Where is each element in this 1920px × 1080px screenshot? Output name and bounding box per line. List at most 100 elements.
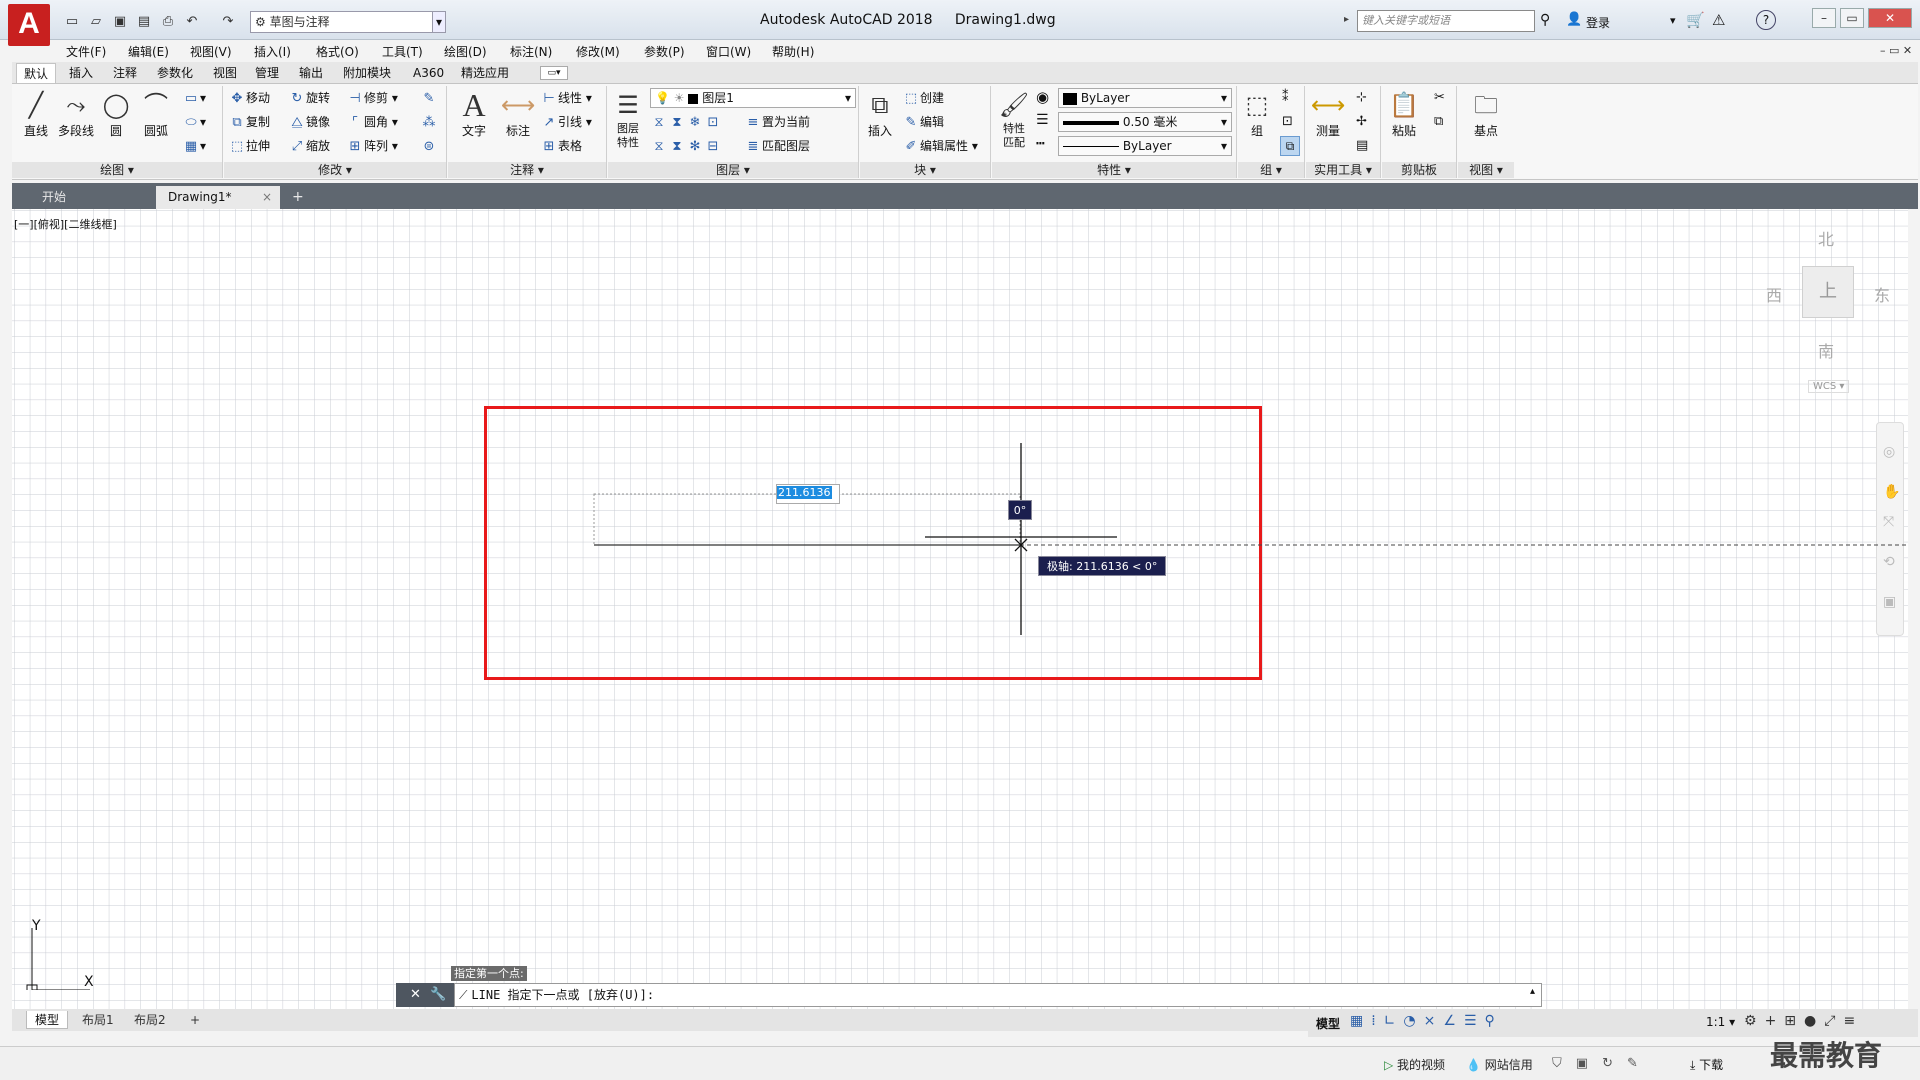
circle-tool[interactable]: ◯ 圆 bbox=[94, 88, 138, 139]
arc-tool[interactable]: ⌒ 圆弧 bbox=[134, 88, 178, 139]
scale-tool[interactable]: ⤢ 缩放 bbox=[288, 136, 330, 156]
viewcube-south[interactable]: 南 bbox=[1818, 338, 1834, 362]
tab-layout2[interactable]: 布局2 bbox=[126, 1011, 174, 1029]
match-layer-tool[interactable]: ≣ 匹配图层 bbox=[744, 136, 810, 156]
draw-panel-title[interactable]: 绘图 ▾ bbox=[12, 162, 222, 178]
edit-block-tool[interactable]: ✎ 编辑 bbox=[902, 112, 944, 132]
trim-tool[interactable]: ⊣ 修剪 ▾ bbox=[346, 88, 398, 108]
polar-icon[interactable]: ◔ bbox=[1403, 1013, 1423, 1029]
annotation-panel-title[interactable]: 注释 ▾ bbox=[448, 162, 606, 178]
cut-icon[interactable]: ✂ bbox=[1434, 90, 1445, 105]
tray-icons[interactable]: ⛉▣↻✎ bbox=[1552, 1056, 1652, 1071]
search-expand-icon[interactable]: ▸ bbox=[1344, 14, 1349, 25]
tab-a360[interactable]: A360 bbox=[406, 63, 451, 83]
menu-edit[interactable]: 编辑(E) bbox=[128, 43, 169, 61]
color-dropdown[interactable]: ByLayer ▾ bbox=[1058, 88, 1232, 108]
tab-start[interactable]: 开始 bbox=[30, 186, 154, 209]
doc-window-controls[interactable]: – ▭ ✕ bbox=[1880, 44, 1912, 57]
menu-dimension[interactable]: 标注(N) bbox=[510, 43, 552, 61]
showmotion-icon[interactable]: ▣ bbox=[1883, 594, 1896, 610]
print-icon[interactable]: ⎙ bbox=[158, 12, 178, 32]
array-tool[interactable]: ⊞ 阵列 ▾ bbox=[346, 136, 398, 156]
group-edit-icon[interactable]: ⊡ bbox=[1282, 114, 1293, 129]
utilities-panel-title[interactable]: 实用工具 ▾ bbox=[1306, 162, 1380, 178]
tab-manage[interactable]: 管理 bbox=[248, 63, 286, 83]
view-panel-title[interactable]: 视图 ▾ bbox=[1458, 162, 1514, 178]
search-input[interactable]: 键入关键字或短语 bbox=[1357, 10, 1535, 32]
close-button[interactable]: ✕ bbox=[1868, 8, 1912, 28]
redo-icon[interactable]: ↷ bbox=[218, 12, 238, 32]
insert-block-tool[interactable]: ⧉ 插入 bbox=[858, 88, 902, 139]
menu-window[interactable]: 窗口(W) bbox=[706, 43, 751, 61]
copy-tool[interactable]: ⧉ 复制 bbox=[228, 112, 270, 132]
viewcube-top-face[interactable]: 上 bbox=[1802, 266, 1854, 318]
layers-panel-title[interactable]: 图层 ▾ bbox=[608, 162, 858, 178]
tab-addins[interactable]: 附加模块 bbox=[336, 63, 398, 83]
isolate-icon[interactable]: ● bbox=[1804, 1013, 1824, 1029]
paste-tool[interactable]: 📋 粘贴 bbox=[1382, 88, 1426, 139]
menu-icon[interactable]: ≡ bbox=[1843, 1013, 1863, 1029]
tab-layout1[interactable]: 布局1 bbox=[74, 1011, 122, 1029]
open-icon[interactable]: ▱ bbox=[86, 12, 106, 32]
group-tool[interactable]: ⬚ 组 bbox=[1238, 88, 1276, 139]
fullscreen-icon[interactable]: ⤢ bbox=[1824, 1013, 1843, 1029]
gear-icon[interactable]: ⚙ bbox=[1744, 1013, 1765, 1029]
layer-tools-row1[interactable]: ⧖ ⧗ ❄ ⊡ bbox=[650, 112, 722, 132]
group-selection-icon[interactable]: ⧉ bbox=[1280, 136, 1300, 156]
binoculars-icon[interactable]: ⚲ bbox=[1540, 12, 1550, 28]
length-input[interactable]: 211.6136 bbox=[776, 484, 840, 504]
stretch-tool[interactable]: ⬚ 拉伸 bbox=[228, 136, 270, 156]
ribbon-minimize-icon[interactable]: ▭▾ bbox=[540, 66, 568, 80]
text-tool[interactable]: A 文字 bbox=[452, 88, 496, 139]
viewcube-east[interactable]: 东 bbox=[1874, 282, 1890, 306]
tab-annotate[interactable]: 注释 bbox=[106, 63, 144, 83]
layer-tools-row2[interactable]: ⧖ ⧗ ✻ ⊟ bbox=[650, 136, 722, 156]
workspace-select[interactable]: ⚙ 草图与注释▾ bbox=[250, 11, 446, 33]
pan-icon[interactable]: ✋ bbox=[1883, 484, 1900, 500]
menu-view[interactable]: 视图(V) bbox=[190, 43, 232, 61]
tab-insert[interactable]: 插入 bbox=[62, 63, 100, 83]
calculator-icon[interactable]: ▤ bbox=[1356, 138, 1368, 153]
hatch-tool[interactable]: ▦ ▾ bbox=[182, 136, 206, 156]
menu-insert[interactable]: 插入(I) bbox=[254, 43, 291, 61]
properties-panel-title[interactable]: 特性 ▾ bbox=[992, 162, 1236, 178]
snap-icon[interactable]: ⁞ bbox=[1371, 1013, 1383, 1029]
qat-customize-icon[interactable]: ▾ bbox=[432, 11, 446, 33]
annotation-scale-icon[interactable]: ⚲ bbox=[1485, 1013, 1503, 1029]
net-credit-item[interactable]: 💧 网站信用 bbox=[1466, 1056, 1533, 1073]
close-command-icon[interactable]: ✕ bbox=[410, 987, 421, 1002]
quick-select-icon[interactable]: ⊹ bbox=[1356, 90, 1367, 105]
rotate-tool[interactable]: ↻ 旋转 bbox=[288, 88, 330, 108]
steering-wheel-icon[interactable]: ◎ bbox=[1883, 444, 1895, 460]
fillet-tool[interactable]: ⌜ 圆角 ▾ bbox=[346, 112, 398, 132]
menu-file[interactable]: 文件(F) bbox=[66, 43, 106, 61]
tab-view[interactable]: 视图 bbox=[206, 63, 244, 83]
wcs-menu[interactable]: WCS ▾ bbox=[1808, 380, 1850, 393]
close-tab-icon[interactable]: × bbox=[262, 186, 272, 209]
color-wheel-icon[interactable]: ◉ bbox=[1036, 88, 1049, 106]
tab-parametric[interactable]: 参数化 bbox=[150, 63, 200, 83]
otrack-icon[interactable]: ∠ bbox=[1443, 1013, 1464, 1029]
modify-panel-title[interactable]: 修改 ▾ bbox=[224, 162, 446, 178]
refresh-icon[interactable]: ↻ bbox=[1602, 1056, 1627, 1071]
new-icon[interactable]: ▭ bbox=[62, 12, 82, 32]
dimension-tool[interactable]: ⟷ 标注 bbox=[496, 88, 540, 139]
measure-tool[interactable]: ⟷ 测量 bbox=[1306, 88, 1350, 139]
download-item[interactable]: ⤓ 下载 bbox=[1690, 1056, 1723, 1073]
menu-parametric[interactable]: 参数(P) bbox=[644, 43, 685, 61]
menu-modify[interactable]: 修改(M) bbox=[576, 43, 620, 61]
minimize-button[interactable]: – bbox=[1812, 8, 1836, 28]
new-tab-icon[interactable]: + bbox=[284, 186, 312, 209]
move-tool[interactable]: ✥ 移动 bbox=[228, 88, 270, 108]
customize-command-icon[interactable]: 🔧 bbox=[430, 987, 446, 1002]
viewcube-north[interactable]: 北 bbox=[1818, 226, 1834, 250]
viewcube-west[interactable]: 西 bbox=[1766, 282, 1782, 306]
maximize-button[interactable]: ▭ bbox=[1840, 8, 1864, 28]
linetype-dropdown[interactable]: ByLayer ▾ bbox=[1058, 136, 1232, 156]
command-line[interactable]: ⟋ LINE 指定下一点或 [放弃(U)]: ▴ bbox=[454, 983, 1542, 1007]
status-toggles[interactable]: ▦⁞∟◔⨯∠☰⚲ bbox=[1350, 1013, 1503, 1029]
scale-selector[interactable]: 1:1 ▾ bbox=[1706, 1015, 1735, 1029]
block-panel-title[interactable]: 块 ▾ bbox=[860, 162, 990, 178]
model-space-button[interactable]: 模型 bbox=[1316, 1015, 1340, 1032]
ellipse-tool[interactable]: ⬭ ▾ bbox=[182, 112, 206, 132]
